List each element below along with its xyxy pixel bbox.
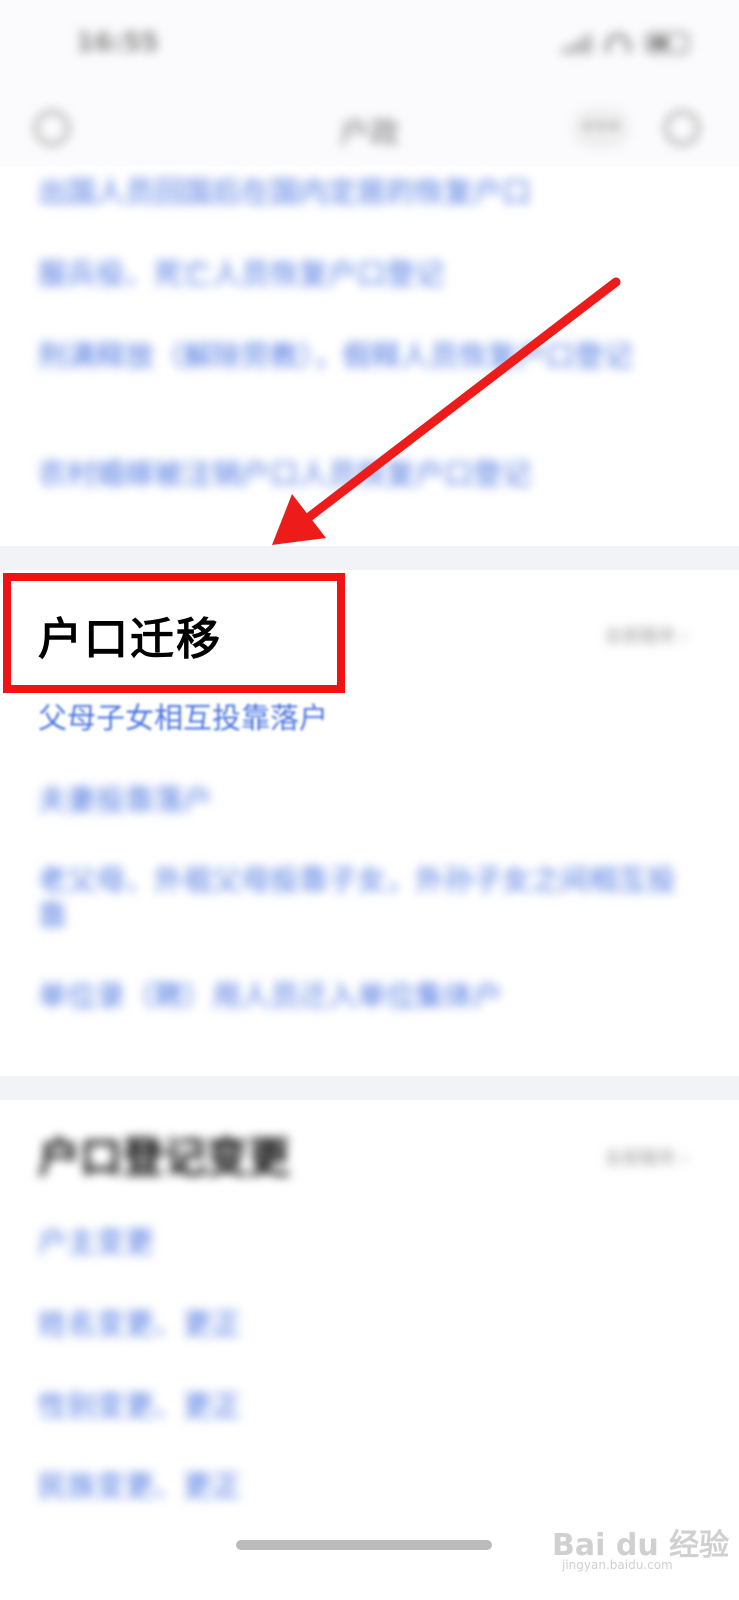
arrow-head <box>272 494 326 545</box>
arrow-shaft <box>295 277 621 529</box>
baidu-watermark-url: jingyan.baidu.com <box>562 1558 673 1572</box>
home-indicator <box>236 1540 492 1550</box>
red-arrow-annotation <box>272 277 621 545</box>
